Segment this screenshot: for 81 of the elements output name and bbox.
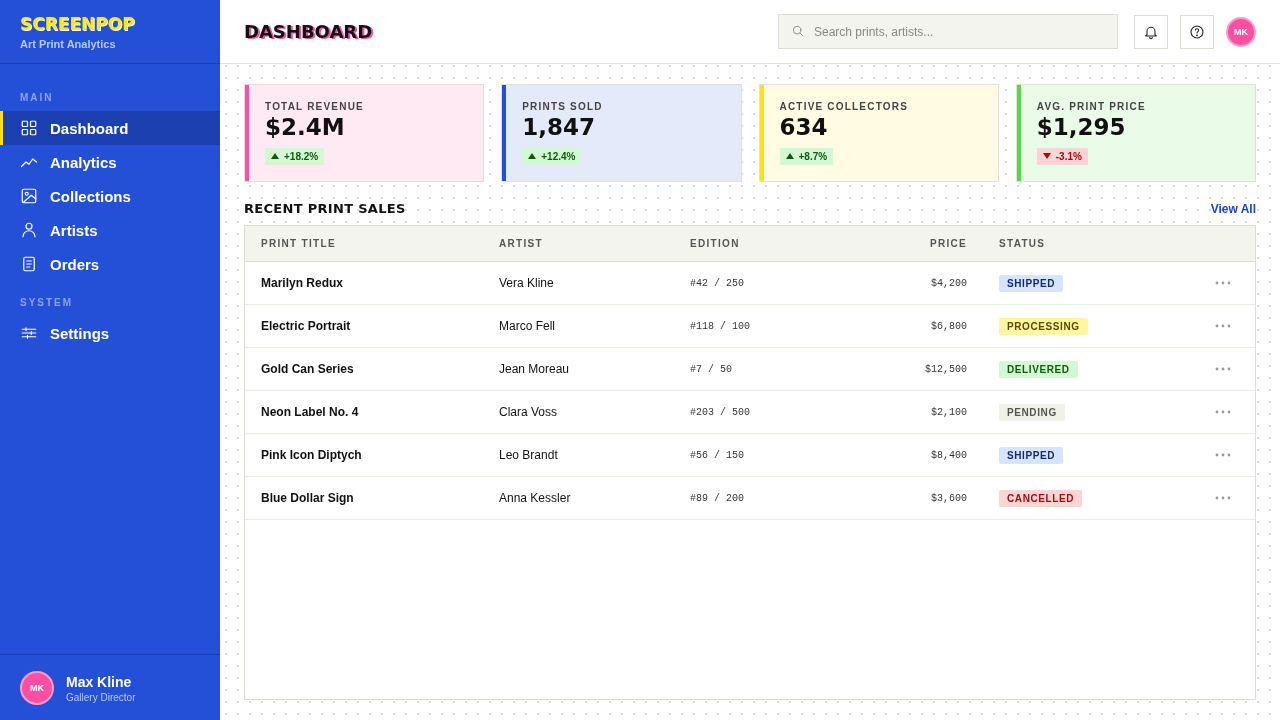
status-badge: PENDING [999,403,1065,421]
table-cell-text: Gold Can Series [261,362,355,376]
table-cell-text: Anna Kessler [499,491,572,505]
nav-item[interactable]: Dashboard [0,111,220,145]
table-cell-text: Marilyn Redux [261,276,345,290]
table-cell-text: #118 / 100 [690,320,751,332]
up-triangle-icon [785,153,794,159]
table-cell-text: Leo Brandt [499,448,559,462]
column-header: EDITION [690,238,741,249]
user-role: Gallery Director [66,691,136,703]
document-icon [20,255,38,273]
stat-value: 1,847 [522,114,596,140]
logo: SCREENPOP [20,14,135,34]
more-options-icon[interactable] [1215,452,1231,458]
stat-value: 634 [779,114,829,140]
more-options-icon[interactable] [1215,323,1231,329]
user-icon [20,221,38,239]
table-cell-text: $2,100 [930,406,967,418]
section-label: MAIN [19,92,55,103]
table-cell-text: Vera Kline [499,276,555,290]
app-subtitle: Art Print Analytics [20,38,116,50]
table-cell-text: $8,400 [930,449,967,461]
status-badge: PROCESSING [999,317,1088,335]
stat-value: $2.4M [265,114,346,140]
grid-icon [20,119,38,137]
page-title: DASHBOARD [244,21,374,42]
up-triangle-icon [271,153,279,159]
table-cell-text: Jean Moreau [499,362,571,376]
up-triangle-icon [528,153,537,159]
stat-label: PRINTS SOLD [522,101,603,112]
status-badge: SHIPPED [999,274,1064,292]
view-all-link[interactable]: View All [1210,201,1256,216]
change-badge: +8.7% [779,147,834,165]
stat-value: $1,295 [1036,114,1127,140]
stat-label: TOTAL REVENUE [265,101,364,112]
help-icon [1189,23,1205,40]
table-cell-text: Electric Portrait [261,319,352,333]
stat-label: ACTIVE COLLECTORS [779,101,909,112]
help-button[interactable] [1180,14,1214,49]
table-cell-text: #56 / 150 [690,449,745,461]
change-badge: +12.4% [522,147,582,165]
nav-item[interactable]: Collections [0,179,220,213]
change-badge: -3.1% [1036,147,1088,165]
status-badge: CANCELLED [999,489,1083,507]
notifications-button[interactable] [1134,14,1168,49]
table-cell-text: Pink Icon Diptych [261,448,363,462]
status-badge: SHIPPED [999,446,1064,464]
more-options-icon[interactable] [1215,409,1231,415]
table-cell-text: Marco Fell [499,319,556,333]
section-label: SYSTEM [19,297,75,308]
search-field[interactable]: Search prints, artists... [778,14,1118,49]
user-name: Max Kline [66,673,133,690]
more-options-icon[interactable] [1215,495,1231,501]
image-icon [20,187,38,205]
nav-item[interactable]: Settings [0,316,220,350]
table-cell-text: Clara Voss [499,405,559,419]
column-header: STATUS [998,238,1047,249]
nav-item[interactable]: Artists [0,213,220,247]
more-options-icon[interactable] [1215,366,1231,372]
table-cell-text: #89 / 200 [690,492,745,504]
table-cell-text: $4,200 [930,277,967,289]
stat-label: AVG. PRINT PRICE [1036,101,1146,112]
section-title: RECENT PRINT SALES [244,201,406,216]
table-cell-text: $3,600 [930,492,967,504]
nav-item[interactable]: Analytics [0,145,220,179]
column-header: PRINT TITLE [261,238,337,249]
table-cell-text: Blue Dollar Sign [261,491,355,505]
settings-icon [20,324,38,342]
table-cell-text: #42 / 250 [690,277,745,289]
table-cell-text: $12,500 [924,363,967,375]
table-cell-text: $6,800 [930,320,967,332]
column-header: PRICE [928,238,967,249]
more-options-icon[interactable] [1215,280,1231,286]
table-cell-text: Neon Label No. 4 [261,405,360,419]
table-cell-text: #203 / 500 [690,406,751,418]
table-cell-text: #7 / 50 [690,363,733,375]
nav-item[interactable]: Orders [0,247,220,281]
status-badge: DELIVERED [999,360,1078,378]
change-badge: +18.2% [265,147,325,165]
column-header: ARTIST [499,238,544,249]
down-triangle-icon [1042,153,1051,159]
